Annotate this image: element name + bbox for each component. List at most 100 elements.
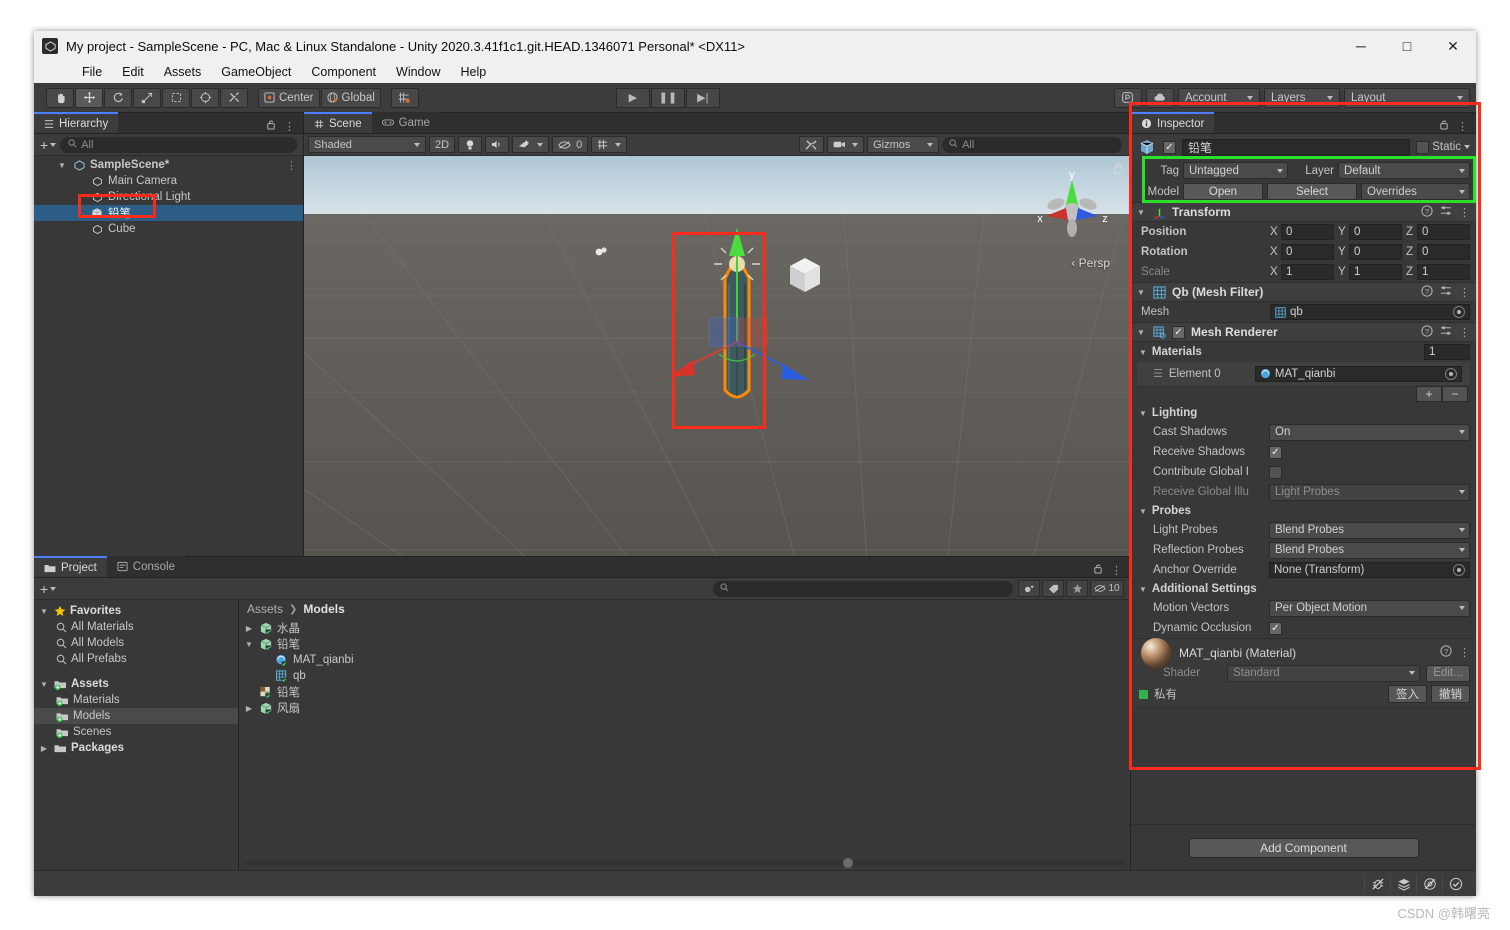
light-probes-dropdown[interactable]: Blend Probes [1269, 521, 1470, 539]
selected-pencil-object[interactable] [667, 214, 827, 474]
chevron-down-icon[interactable]: ▼ [1139, 409, 1147, 418]
preset-icon[interactable] [1440, 205, 1452, 219]
chevron-down-icon[interactable]: ▼ [1137, 208, 1147, 217]
cloud-icon[interactable] [1145, 87, 1174, 108]
chevron-right-icon[interactable]: ▶ [243, 704, 255, 713]
object-picker-icon[interactable] [1445, 367, 1457, 380]
chevron-right-icon[interactable]: ▶ [243, 624, 255, 633]
tag-dropdown[interactable]: Untagged [1183, 162, 1288, 179]
filter-favorite-icon[interactable] [1066, 580, 1088, 597]
collab-icon[interactable] [1113, 87, 1142, 108]
scene-lighting-toggle[interactable] [458, 136, 483, 153]
layout-dropdown[interactable]: Layout [1343, 87, 1470, 108]
hierarchy-search-input[interactable]: All [60, 136, 297, 153]
component-menu-icon[interactable]: ⋮ [1459, 646, 1470, 659]
drag-handle-icon[interactable]: ☰ [1153, 367, 1163, 380]
scene-audio-toggle[interactable] [485, 136, 510, 153]
lock-icon[interactable] [1093, 563, 1103, 577]
project-item-qianbi-texture[interactable]: 铅笔 [239, 684, 1130, 700]
handle-mode-button[interactable]: Global [320, 87, 381, 108]
hierarchy-menu-icon[interactable]: ⋮ [284, 120, 295, 133]
project-visibility-count[interactable]: 10 [1090, 580, 1124, 597]
scene-menu-icon[interactable]: ⋮ [286, 159, 297, 172]
hierarchy-item-samplescene[interactable]: ▼ SampleScene* ⋮ [34, 157, 303, 173]
custom-tool-icon[interactable] [220, 87, 248, 108]
chevron-down-icon[interactable]: ▼ [1139, 348, 1147, 357]
additional-settings-section[interactable]: ▼ Additional Settings [1131, 580, 1476, 598]
preset-icon[interactable] [1440, 325, 1452, 339]
static-checkbox[interactable]: ✓ [1416, 140, 1430, 154]
help-icon[interactable]: ? [1440, 645, 1452, 660]
reflection-probes-dropdown[interactable]: Blend Probes [1269, 541, 1470, 559]
position-y-input[interactable]: 0 [1349, 224, 1402, 240]
scrollbar-track[interactable] [245, 858, 1124, 868]
gizmos-dropdown[interactable]: Gizmos [867, 136, 940, 153]
help-icon[interactable]: ? [1421, 324, 1433, 340]
mesh-renderer-component-header[interactable]: ▼ ✓ Mesh Renderer ? ⋮ [1131, 322, 1476, 342]
check-circle-icon[interactable] [1442, 873, 1468, 894]
menu-edit[interactable]: Edit [112, 63, 154, 81]
filter-type-icon[interactable] [1018, 580, 1040, 597]
help-icon[interactable]: ? [1421, 204, 1433, 220]
hierarchy-add-button[interactable]: + [40, 137, 57, 153]
menu-file[interactable]: File [72, 63, 112, 81]
object-picker-icon[interactable] [1453, 564, 1465, 576]
material-object-field[interactable]: MAT_qianbi [1254, 365, 1462, 382]
breadcrumb-assets[interactable]: Assets [247, 602, 283, 616]
scene-camera-settings-icon[interactable] [799, 136, 825, 153]
remove-material-button[interactable]: − [1442, 386, 1468, 402]
position-x-input[interactable]: 0 [1281, 224, 1334, 240]
component-menu-icon[interactable]: ⋮ [1459, 286, 1470, 299]
revert-button[interactable]: 撤销 [1431, 685, 1470, 703]
scale-x-input[interactable]: 1 [1281, 264, 1334, 280]
breadcrumb-models[interactable]: Models [303, 602, 344, 616]
project-tree-scenes[interactable]: Scenes [34, 724, 238, 740]
transform-tool-icon[interactable] [191, 87, 219, 108]
project-tree-all-prefabs[interactable]: All Prefabs [34, 651, 238, 667]
chevron-down-icon[interactable]: ▼ [38, 680, 50, 689]
project-item-mat-qianbi[interactable]: MAT_qianbi [239, 652, 1130, 668]
hand-tool-icon[interactable] [46, 87, 74, 108]
add-component-button[interactable]: Add Component [1188, 837, 1419, 858]
scale-z-input[interactable]: 1 [1417, 264, 1470, 280]
hierarchy-item-qianbi[interactable]: 铅笔 [34, 205, 303, 221]
project-menu-icon[interactable]: ⋮ [1111, 564, 1122, 577]
model-select-button[interactable]: Select [1267, 183, 1357, 200]
scene-fx-toggle[interactable] [512, 136, 550, 153]
toggle-2d-button[interactable]: 2D [429, 136, 456, 153]
project-item-shuijing[interactable]: ▶ 水晶 [239, 620, 1130, 636]
menu-assets[interactable]: Assets [154, 63, 212, 81]
rotation-x-input[interactable]: 0 [1281, 244, 1334, 260]
mesh-object-field[interactable]: qb [1270, 304, 1470, 320]
scene-search-input[interactable]: All [942, 136, 1122, 153]
scene-camera-dropdown[interactable] [827, 136, 865, 153]
probes-section[interactable]: ▼ Probes [1131, 502, 1476, 520]
component-menu-icon[interactable]: ⋮ [1459, 326, 1470, 339]
eye-off-icon[interactable] [1416, 873, 1442, 894]
project-item-qianbi-model[interactable]: ▼ 铅笔 [239, 636, 1130, 652]
shading-mode-dropdown[interactable]: Shaded [308, 136, 426, 153]
add-material-button[interactable]: + [1416, 386, 1442, 402]
project-tree-assets[interactable]: ▼ Assets [34, 676, 238, 692]
tab-hierarchy[interactable]: Hierarchy [34, 112, 119, 133]
project-search-input[interactable] [713, 580, 1013, 597]
project-item-fengshan[interactable]: ▶ 风扇 [239, 700, 1130, 716]
chevron-right-icon[interactable]: ▶ [38, 744, 50, 753]
layer-dropdown[interactable]: Default [1338, 162, 1470, 179]
rect-tool-icon[interactable] [162, 87, 190, 108]
project-tree-all-models[interactable]: All Models [34, 635, 238, 651]
project-tree-favorites[interactable]: ▼ Favorites [34, 603, 238, 619]
model-overrides-dropdown[interactable]: Overrides [1361, 183, 1470, 200]
scene-viewport[interactable]: y x z ‹ Persp [304, 156, 1130, 556]
close-button[interactable]: ✕ [1430, 31, 1476, 61]
mesh-renderer-enabled-checkbox[interactable]: ✓ [1172, 325, 1185, 339]
menu-help[interactable]: Help [450, 63, 496, 81]
tab-console[interactable]: Console [106, 556, 185, 577]
object-picker-icon[interactable] [1453, 306, 1465, 318]
project-horizontal-scrollbar[interactable] [239, 856, 1130, 870]
project-tree-packages[interactable]: ▶ Packages [34, 740, 238, 756]
play-button[interactable]: ▶ [615, 87, 650, 108]
mesh-filter-component-header[interactable]: ▼ Qb (Mesh Filter) ? ⋮ [1131, 282, 1476, 302]
shader-dropdown[interactable]: Standard [1227, 664, 1420, 682]
rotation-y-input[interactable]: 0 [1349, 244, 1402, 260]
